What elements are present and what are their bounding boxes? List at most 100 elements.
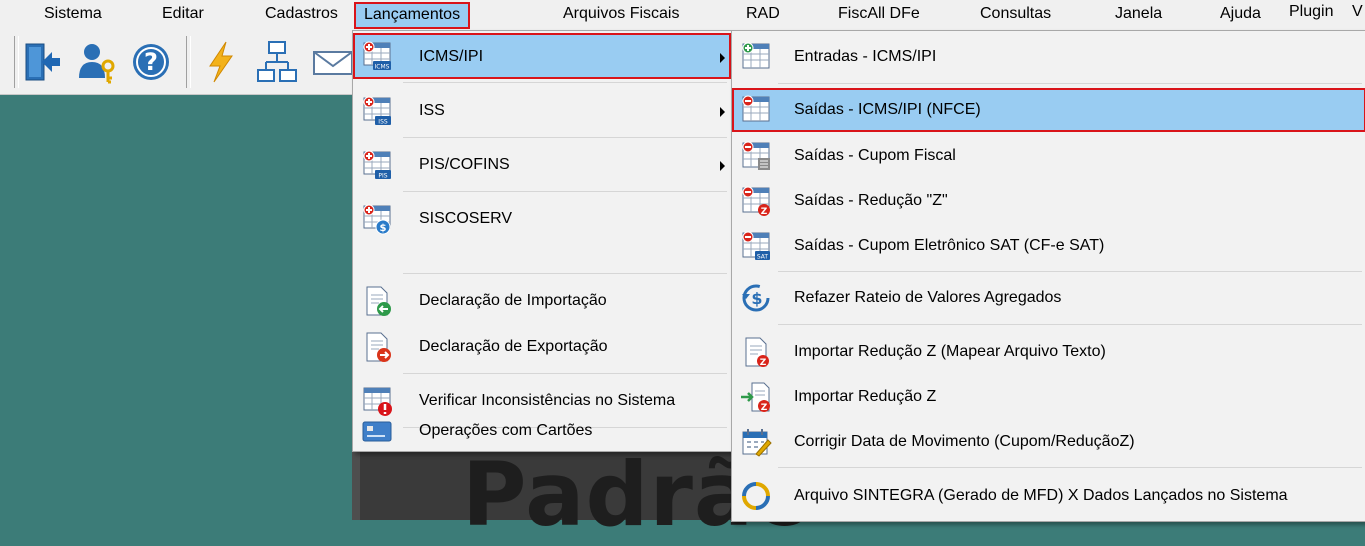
submenu-item-saidas-nfce[interactable]: Saídas - ICMS/IPI (NFCE) [732,88,1365,132]
lightning-icon [209,41,233,83]
menu-item-label: Verificar Inconsistências no Sistema [419,392,676,409]
submenu-item-label: Saídas - Redução "Z" [794,192,948,209]
menu-separator [403,273,727,274]
iss-icon: ISS [361,95,393,127]
submenu-item-entradas[interactable]: Entradas - ICMS/IPI [732,35,1365,79]
menu-item-operacoes-cartoes[interactable]: Operações com Cartões [353,409,731,453]
menu-item-pis-cofins[interactable]: PIS PIS/COFINS [353,143,731,187]
submenu-arrow-icon [720,53,725,63]
exit-button[interactable] [22,38,64,86]
svg-text:Z: Z [761,207,768,217]
entries-icon [740,41,772,73]
submenu-item-importar-reducao-z-texto[interactable]: Z Importar Redução Z (Mapear Arquivo Tex… [732,330,1365,374]
menu-separator [778,324,1362,325]
import-doc-icon [361,285,393,317]
toolbar-grip [14,36,19,88]
icms-ipi-submenu: Entradas - ICMS/IPI Saídas - ICMS/IPI (N… [731,30,1365,522]
exit-icon [25,43,60,81]
exits-nfce-icon [740,94,772,126]
help-button[interactable]: ? [130,38,172,86]
mail-icon [313,51,352,75]
svg-text:Z: Z [760,358,767,368]
menu-lancamentos[interactable]: Lançamentos [354,2,471,29]
menu-item-label: PIS/COFINS [419,156,510,173]
submenu-item-label: Saídas - ICMS/IPI (NFCE) [794,101,981,118]
submenu-item-label: Entradas - ICMS/IPI [794,48,937,65]
toolbar-grip-2 [186,36,191,88]
svg-text:$: $ [380,223,387,234]
import-text-z-icon: Z [740,336,772,368]
pis-cofins-icon: PIS [361,149,393,181]
exits-reducao-z-icon: Z [740,185,772,217]
user-button[interactable] [76,38,118,86]
menu-separator [403,82,727,83]
menu-separator [403,191,727,192]
mail-button[interactable] [310,38,352,86]
menu-item-declaracao-importacao[interactable]: Declaração de Importação [353,279,731,323]
help-icon: ? [133,44,169,80]
submenu-item-label: Importar Redução Z [794,388,937,405]
submenu-item-label: Saídas - Cupom Eletrônico SAT (CF-e SAT) [794,237,1105,254]
svg-text:ICMS: ICMS [375,64,390,71]
submenu-item-saidas-reducao-z[interactable]: Z Saídas - Redução "Z" [732,179,1365,223]
menu-editar[interactable]: Editar [162,5,204,23]
refresh-money-icon: $ [740,282,772,314]
menu-rad[interactable]: RAD [746,5,780,23]
svg-text:?: ? [144,48,158,76]
submenu-item-label: Corrigir Data de Movimento (Cupom/Reduçã… [794,433,1135,450]
menu-janela[interactable]: Janela [1115,5,1162,23]
submenu-arrow-icon [720,161,725,171]
menu-item-declaracao-exportacao[interactable]: Declaração de Exportação [353,325,731,369]
icms-ipi-icon: ICMS [361,40,393,72]
svg-text:PIS: PIS [378,173,387,180]
menu-separator [403,373,727,374]
submenu-item-label: Arquivo SINTEGRA (Gerado de MFD) X Dados… [794,487,1288,504]
menu-item-label: SISCOSERV [419,210,513,227]
calendar-edit-icon [740,426,772,458]
menu-sistema[interactable]: Sistema [44,5,102,23]
menu-item-label: Operações com Cartões [419,422,593,439]
menu-plugin[interactable]: Plugin [1289,3,1333,21]
menu-item-label: Declaração de Importação [419,292,607,309]
submenu-item-label: Refazer Rateio de Valores Agregados [794,289,1062,306]
svg-text:$: $ [751,289,762,308]
submenu-item-label: Saídas - Cupom Fiscal [794,147,956,164]
menu-item-siscoserv[interactable]: $ SISCOSERV [353,197,731,241]
submenu-arrow-icon [720,107,725,117]
menu-separator [778,271,1362,272]
menu-arquivos-fiscais[interactable]: Arquivos Fiscais [563,5,679,23]
submenu-item-corrigir-data[interactable]: Corrigir Data de Movimento (Cupom/Reduçã… [732,420,1365,464]
submenu-item-importar-reducao-z[interactable]: Z Importar Redução Z [732,375,1365,419]
sintegra-icon [740,480,772,512]
menu-item-icms-ipi[interactable]: ICMS ICMS/IPI [353,33,731,79]
submenu-item-saidas-cupom-fiscal[interactable]: Saídas - Cupom Fiscal [732,134,1365,178]
menu-separator [778,467,1362,468]
user-key-icon [79,44,115,84]
lightning-button[interactable] [200,38,242,86]
exits-cupom-icon [740,140,772,172]
import-z-icon: Z [740,381,772,413]
network-button[interactable] [256,38,298,86]
menu-separator [403,137,727,138]
svg-text:SAT: SAT [757,254,769,261]
menu-consultas[interactable]: Consultas [980,5,1051,23]
menubar: Sistema Editar Cadastros Lançamentos Arq… [0,0,1365,30]
exits-sat-icon: SAT [740,230,772,262]
menu-ajuda[interactable]: Ajuda [1220,5,1261,23]
submenu-item-label: Importar Redução Z (Mapear Arquivo Texto… [794,343,1106,360]
menu-fiscall-dfe[interactable]: FiscAll DFe [838,5,920,23]
card-icon [361,415,393,447]
menu-item-iss[interactable]: ISS ISS [353,89,731,133]
lancamentos-menu: ICMS ICMS/IPI ISS ISS PIS PIS/COFINS $ S… [352,30,732,452]
menu-v[interactable]: V [1352,3,1363,21]
network-icon [257,41,297,82]
svg-text:ISS: ISS [378,119,388,126]
submenu-item-refazer-rateio[interactable]: $ Refazer Rateio de Valores Agregados [732,276,1365,320]
menu-cadastros[interactable]: Cadastros [265,5,338,23]
menu-item-label: ISS [419,102,445,119]
submenu-item-arquivo-sintegra[interactable]: Arquivo SINTEGRA (Gerado de MFD) X Dados… [732,474,1365,518]
export-doc-icon [361,331,393,363]
svg-text:Z: Z [761,403,768,413]
siscoserv-icon: $ [361,203,393,235]
submenu-item-saidas-sat[interactable]: SAT Saídas - Cupom Eletrônico SAT (CF-e … [732,224,1365,268]
